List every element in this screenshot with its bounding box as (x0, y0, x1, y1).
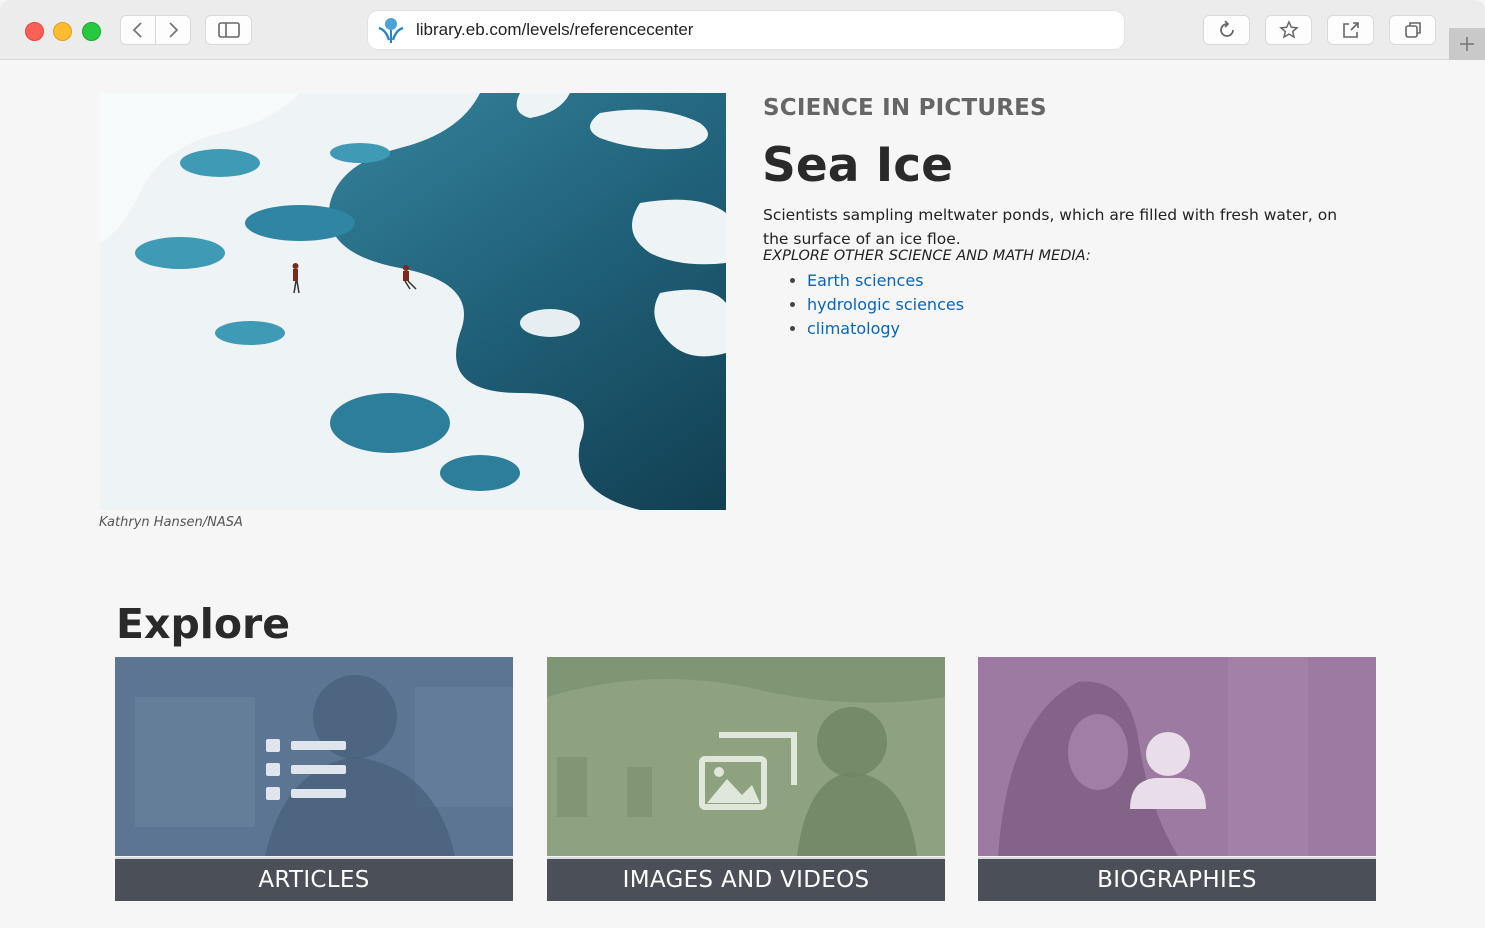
minimize-window-button[interactable] (53, 22, 72, 41)
bullet (790, 301, 795, 307)
reload-button[interactable] (1203, 15, 1250, 45)
related-topic-link[interactable]: hydrologic sciences (790, 292, 964, 316)
tab-overview-button[interactable] (1389, 15, 1436, 45)
sidebar-toggle-button[interactable] (205, 15, 252, 45)
related-topic-link[interactable]: Earth sciences (790, 268, 964, 292)
biographies-card-image (978, 657, 1376, 856)
new-tab-button[interactable] (1449, 28, 1485, 60)
forward-icon (169, 22, 179, 38)
articles-card-image (115, 657, 513, 856)
tabs-icon (1404, 22, 1421, 38)
section-eyebrow: SCIENCE IN PICTURES (763, 95, 1047, 121)
new-tab-icon (1460, 37, 1474, 51)
articles-card-label[interactable]: ARTICLES (115, 857, 513, 901)
url-text: library.eb.com/levels/referencecenter (416, 20, 694, 39)
back-icon (132, 22, 142, 38)
images-videos-card[interactable]: IMAGES AND VIDEOS (547, 657, 945, 901)
reload-icon (1219, 20, 1234, 37)
related-topics-list: Earth sciences hydrologic sciences clima… (790, 268, 964, 340)
biographies-card-label[interactable]: BIOGRAPHIES (978, 857, 1376, 901)
page-title: Sea Ice (762, 138, 954, 193)
browser-toolbar: library.eb.com/levels/referencecenter (0, 0, 1485, 60)
explore-media-label: EXPLORE OTHER SCIENCE AND MATH MEDIA: (763, 248, 1091, 264)
forward-button[interactable] (155, 15, 191, 45)
share-button[interactable] (1327, 15, 1374, 45)
list-icon (266, 739, 346, 800)
images-videos-card-label[interactable]: IMAGES AND VIDEOS (547, 857, 945, 901)
bullet (790, 277, 795, 283)
sea-ice-photo[interactable] (100, 93, 726, 510)
share-icon (1342, 22, 1359, 38)
images-videos-card-image (547, 657, 945, 856)
bookmark-button[interactable] (1265, 15, 1312, 45)
explore-heading: Explore (116, 600, 291, 648)
photo-credit: Kathryn Hansen/NASA (99, 515, 243, 530)
articles-card[interactable]: ARTICLES (115, 657, 513, 901)
biographies-card[interactable]: BIOGRAPHIES (978, 657, 1376, 901)
close-window-button[interactable] (25, 22, 44, 41)
sidebar-icon (217, 22, 240, 38)
link-earth-sciences[interactable]: Earth sciences (807, 271, 924, 290)
sea-ice-illustration (100, 93, 726, 510)
bookmark-star-icon (1278, 20, 1299, 39)
link-hydrologic-sciences[interactable]: hydrologic sciences (807, 295, 964, 314)
feature-description: Scientists sampling meltwater ponds, whi… (763, 206, 1338, 248)
zoom-window-button[interactable] (82, 22, 101, 41)
back-button[interactable] (120, 15, 156, 45)
link-climatology[interactable]: climatology (807, 319, 900, 338)
britannica-thistle-icon (378, 18, 404, 43)
address-bar[interactable]: library.eb.com/levels/referencecenter (367, 10, 1125, 50)
related-topic-link[interactable]: climatology (790, 316, 964, 340)
bullet (790, 325, 795, 331)
